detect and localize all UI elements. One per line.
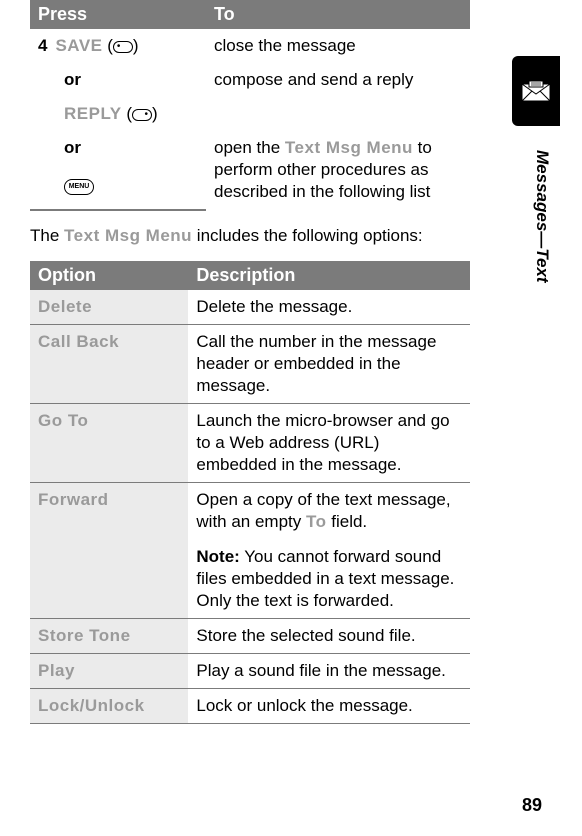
- step-4-to: close the message: [206, 29, 470, 63]
- intro-paragraph: The Text Msg Menu includes the following…: [30, 225, 470, 247]
- desc-goto: Launch the micro-browser and go to a Web…: [188, 404, 470, 483]
- table-row: Go To Launch the micro-browser and go to…: [30, 404, 470, 483]
- table-row: Forward Open a copy of the text message,…: [30, 483, 470, 540]
- table-row: Delete Delete the message.: [30, 290, 470, 325]
- option-storetone: Store Tone: [30, 618, 188, 653]
- left-softkey-icon: [113, 41, 133, 53]
- desc-play: Play a sound file in the message.: [188, 653, 470, 688]
- desc-delete: Delete the message.: [188, 290, 470, 325]
- envelope-icon: [521, 80, 551, 102]
- text-msg-menu-label-inline: Text Msg Menu: [285, 138, 413, 157]
- reply-key-label: REPLY: [64, 104, 122, 123]
- or-2: or: [30, 131, 206, 170]
- desc-forward: Open a copy of the text message, with an…: [188, 483, 470, 540]
- right-softkey-icon: [132, 109, 152, 121]
- step-4-press: 4SAVE (): [30, 29, 206, 63]
- option-header: Option: [30, 261, 188, 290]
- menu-desc: open the Text Msg Menu to perform other …: [206, 131, 470, 209]
- table-row: Play Play a sound file in the message.: [30, 653, 470, 688]
- option-forward: Forward: [30, 483, 188, 618]
- note-label: Note:: [196, 547, 239, 566]
- vertical-section-label: Messages—Text: [532, 150, 552, 283]
- reply-press: REPLY (): [30, 97, 206, 131]
- desc-forward-note: Note: You cannot forward sound files emb…: [188, 540, 470, 619]
- description-header: Description: [188, 261, 470, 290]
- reply-desc: compose and send a reply: [206, 63, 470, 131]
- options-table: Option Description Delete Delete the mes…: [30, 261, 470, 724]
- option-delete: Delete: [30, 290, 188, 325]
- save-key-label: SAVE: [55, 36, 102, 55]
- menu-press: MENU: [30, 170, 206, 210]
- text-msg-menu-label: Text Msg Menu: [64, 226, 192, 245]
- option-goto: Go To: [30, 404, 188, 483]
- menu-key-icon: MENU: [64, 179, 94, 195]
- desc-storetone: Store the selected sound file.: [188, 618, 470, 653]
- option-callback: Call Back: [30, 324, 188, 403]
- option-play: Play: [30, 653, 188, 688]
- option-lock: Lock/Unlock: [30, 688, 188, 723]
- section-tab: [512, 56, 560, 126]
- to-field-label: To: [306, 512, 327, 531]
- desc-callback: Call the number in the message header or…: [188, 324, 470, 403]
- page-number: 89: [522, 795, 542, 816]
- press-header: Press: [30, 0, 206, 29]
- or-1: or: [30, 63, 206, 97]
- table-row: Lock/Unlock Lock or unlock the message.: [30, 688, 470, 723]
- table-row: Store Tone Store the selected sound file…: [30, 618, 470, 653]
- step-number: 4: [38, 36, 47, 55]
- to-header: To: [206, 0, 470, 29]
- press-to-table: Press To 4SAVE () close the message or c…: [30, 0, 470, 211]
- table-row: Call Back Call the number in the message…: [30, 324, 470, 403]
- desc-lock: Lock or unlock the message.: [188, 688, 470, 723]
